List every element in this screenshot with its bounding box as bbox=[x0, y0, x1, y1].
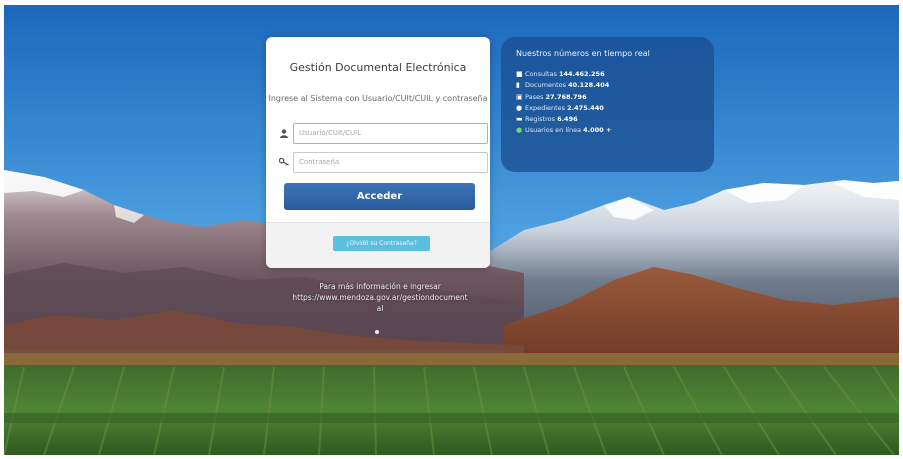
carousel-dot[interactable] bbox=[375, 330, 379, 334]
stats-item-usuarios: ● Usuarios en línea 4.000 + bbox=[516, 125, 611, 136]
username-input[interactable] bbox=[293, 122, 488, 144]
comment-icon: ■ bbox=[516, 70, 523, 78]
info-text: Para más información e ingresar https://… bbox=[270, 281, 490, 314]
stats-item-expedientes: ● Expedientes 2.475.440 bbox=[516, 103, 611, 114]
login-submit-button[interactable]: Acceder bbox=[284, 183, 475, 210]
password-input[interactable] bbox=[293, 151, 488, 173]
folder-icon: ● bbox=[516, 103, 523, 112]
username-row bbox=[275, 122, 488, 144]
login-title: Gestión Documental Electrónica bbox=[289, 61, 467, 74]
user-icon: ● bbox=[516, 126, 523, 135]
stats-list: ■ Consultas 144.462.256 ▮ Documentos 40.12… bbox=[516, 69, 611, 137]
stats-item-consultas: ■ Consultas 144.462.256 bbox=[516, 69, 611, 80]
user-icon bbox=[275, 122, 293, 144]
password-row bbox=[275, 151, 488, 173]
file-icon: ▣ bbox=[516, 92, 523, 101]
stats-title: Nuestros números en tiempo real bbox=[516, 49, 650, 58]
login-card: Gestión Documental Electrónica Ingrese a… bbox=[266, 37, 490, 268]
login-card-footer: ¿Olvidó su Contraseña? bbox=[266, 222, 490, 268]
stats-item-pases: ▣ Pases 27.768.796 bbox=[516, 92, 611, 103]
document-icon: ▮ bbox=[516, 81, 520, 90]
info-line-1: Para más información e ingresar bbox=[319, 282, 441, 291]
forgot-password-button[interactable]: ¿Olvidó su Contraseña? bbox=[333, 236, 430, 251]
stats-item-registros: ▬ Registros 6.496 bbox=[516, 114, 611, 125]
stats-item-documentos: ▮ Documentos 40.128.404 bbox=[516, 80, 611, 91]
info-link[interactable]: https://www.mendoza.gov.ar/gestiondocume… bbox=[270, 292, 490, 303]
realtime-stats-panel: Nuestros números en tiempo real ■ Consult… bbox=[501, 37, 714, 172]
info-line-3: al bbox=[376, 304, 384, 313]
key-icon bbox=[275, 151, 293, 173]
login-subtitle: Ingrese al Sistema con Usuario/CUIt/CUIL… bbox=[268, 94, 488, 103]
folder-open-icon: ▬ bbox=[516, 115, 523, 124]
